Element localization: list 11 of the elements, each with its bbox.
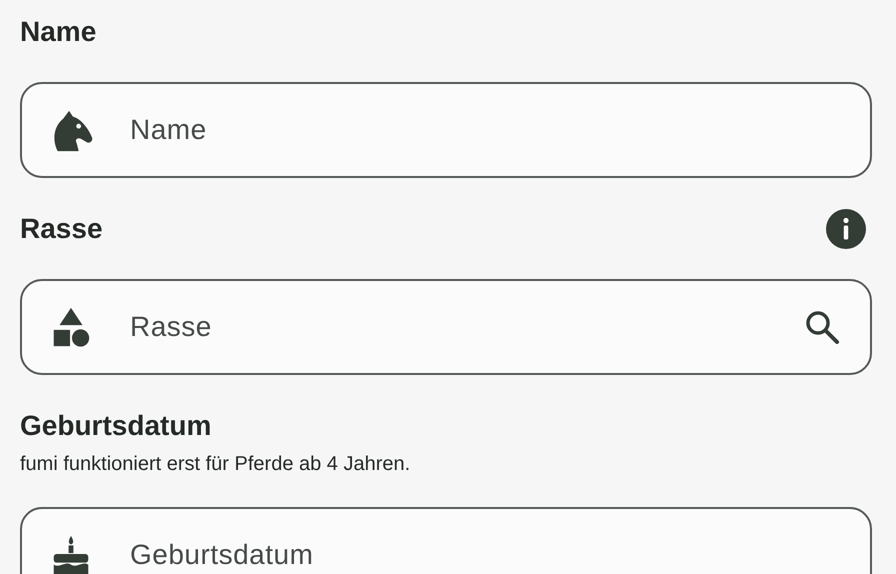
field-label: Geburtsdatum — [20, 410, 212, 442]
field-hint: fumi funktioniert erst für Pferde ab 4 Jahren. — [20, 452, 412, 476]
input-field[interactable]: Name — [20, 82, 872, 178]
field-label: Name — [20, 16, 96, 48]
field-label: Rasse — [20, 213, 103, 245]
text-input[interactable]: Name — [128, 113, 842, 147]
info-icon[interactable] — [826, 209, 866, 249]
input-field[interactable]: Rasse — [20, 279, 872, 375]
input-field[interactable]: Geburtsdatum — [20, 507, 872, 574]
text-input[interactable]: Geburtsdatum — [128, 538, 842, 572]
text-input[interactable]: Rasse — [128, 310, 802, 344]
